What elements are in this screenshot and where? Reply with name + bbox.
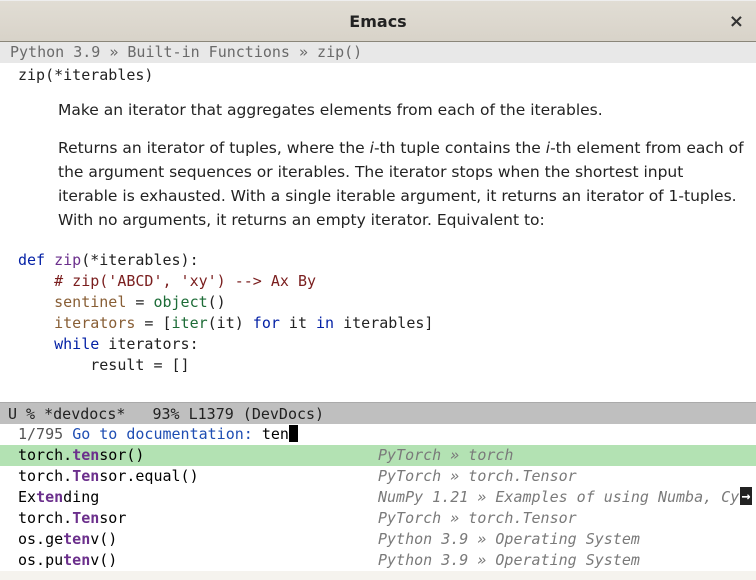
candidate-source: Python 3.9 » Operating System: [378, 529, 640, 550]
completion-candidate[interactable]: torch.TensorPyTorch » torch.Tensor: [0, 508, 756, 529]
completion-list[interactable]: torch.tensor()PyTorch » torchtorch.Tenso…: [0, 445, 756, 571]
candidate-count: 1/795: [18, 425, 63, 443]
builtin: iter: [172, 314, 208, 332]
code-text: iterators:: [99, 335, 198, 353]
candidate-source: NumPy 1.21 » Examples of using Numba, Cy: [378, 487, 739, 508]
code-text: (*iterables):: [81, 251, 198, 269]
candidate-source: PyTorch » torch: [378, 445, 513, 466]
minibuffer-input[interactable]: ten: [262, 425, 289, 443]
completion-candidate[interactable]: torch.Tensor.equal()PyTorch » torch.Tens…: [0, 466, 756, 487]
doc-content: zip(*iterables) Make an iterator that ag…: [0, 63, 756, 376]
code-text: (): [208, 293, 226, 311]
code-text: it: [280, 314, 316, 332]
doc-text: -th tuple contains the: [374, 139, 546, 157]
code-text: =: [126, 293, 153, 311]
overflow-indicator-icon: →: [740, 487, 752, 505]
comment: # zip('ABCD', 'xy') --> Ax By: [54, 272, 316, 290]
function-signature: zip(*iterables): [18, 63, 746, 84]
code-text: = [: [135, 314, 171, 332]
candidate-name: torch.Tensor: [18, 508, 378, 529]
doc-text: Returns an iterator of tuples, where the: [58, 139, 370, 157]
doc-buffer[interactable]: Python 3.9 » Built-in Functions » zip() …: [0, 42, 756, 402]
breadcrumb: Python 3.9 » Built-in Functions » zip(): [0, 42, 756, 63]
candidate-name: os.putenv(): [18, 550, 378, 571]
variable: iterators: [54, 314, 135, 332]
code-text: iterables]: [334, 314, 433, 332]
code-example: def zip(*iterables): # zip('ABCD', 'xy')…: [18, 250, 746, 376]
builtin: object: [153, 293, 207, 311]
keyword: def: [18, 251, 45, 269]
completion-candidate[interactable]: ExtendingNumPy 1.21 » Examples of using …: [0, 487, 756, 508]
code-text: (it): [208, 314, 253, 332]
variable: sentinel: [54, 293, 126, 311]
completion-candidate[interactable]: os.putenv()Python 3.9 » Operating System: [0, 550, 756, 571]
minibuffer-area[interactable]: 1/795 Go to documentation: ten torch.ten…: [0, 424, 756, 571]
candidate-source: Python 3.9 » Operating System: [378, 550, 640, 571]
candidate-source: PyTorch » torch.Tensor: [378, 466, 577, 487]
candidate-name: os.getenv(): [18, 529, 378, 550]
completion-candidate[interactable]: os.getenv()Python 3.9 » Operating System: [0, 529, 756, 550]
keyword: for: [253, 314, 280, 332]
completion-candidate[interactable]: torch.tensor()PyTorch » torch: [0, 445, 756, 466]
candidate-name: torch.tensor(): [18, 445, 378, 466]
doc-paragraph: Make an iterator that aggregates element…: [58, 98, 746, 122]
candidate-source: PyTorch » torch.Tensor: [378, 508, 577, 529]
candidate-name: Extending: [18, 487, 378, 508]
window-title: Emacs: [349, 12, 406, 31]
code-text: result = []: [90, 356, 189, 374]
minibuffer-prompt-line[interactable]: 1/795 Go to documentation: ten: [0, 424, 756, 445]
func-name: zip: [54, 251, 81, 269]
minibuffer-prompt: Go to documentation:: [72, 425, 253, 443]
mode-line: U % *devdocs* 93% L1379 (DevDocs): [0, 402, 756, 424]
doc-paragraph: Returns an iterator of tuples, where the…: [58, 136, 746, 232]
close-icon[interactable]: ×: [729, 11, 744, 32]
candidate-name: torch.Tensor.equal(): [18, 466, 378, 487]
title-bar: Emacs ×: [0, 0, 756, 42]
keyword: in: [316, 314, 334, 332]
keyword: while: [54, 335, 99, 353]
cursor: [289, 425, 298, 442]
